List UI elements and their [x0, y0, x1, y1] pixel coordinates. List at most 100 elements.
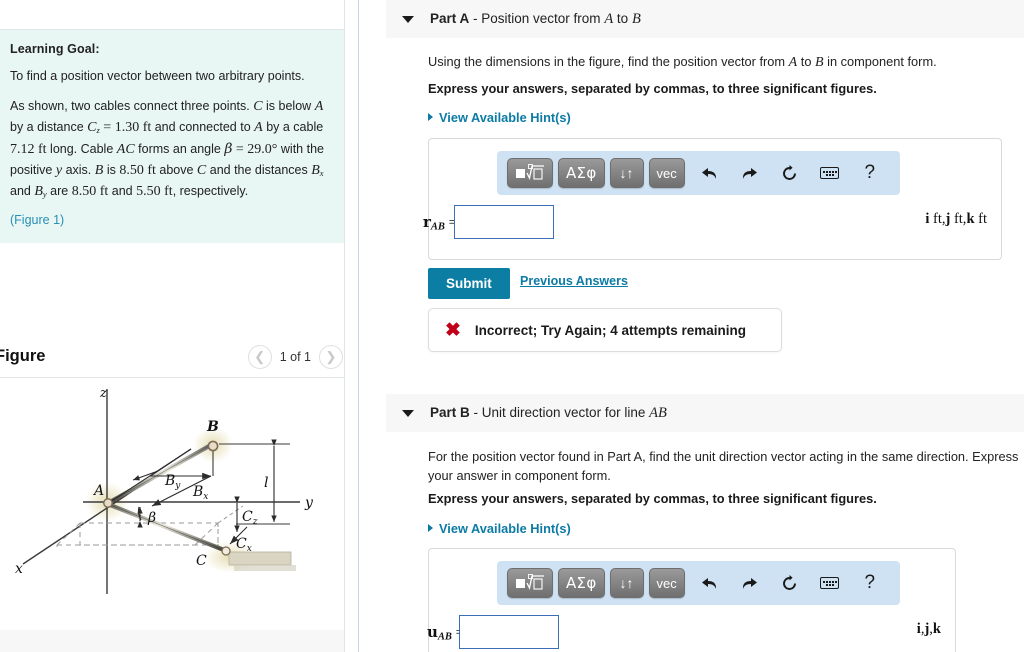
- figure-bottom-band: [0, 630, 345, 652]
- dimension-label-beta: β: [147, 510, 156, 526]
- vector-diagram-svg: z y x A B C By Bx Cz Cx l β: [15, 386, 314, 594]
- desc-p5: by a cable: [266, 120, 324, 135]
- keyboard-icon[interactable]: [815, 158, 845, 188]
- collapse-caret-icon-b[interactable]: [402, 409, 414, 417]
- symbol-bx-sub: x: [319, 167, 324, 178]
- unit-k-b: k: [932, 621, 941, 637]
- part-a-mid: to: [613, 10, 632, 26]
- unit-i-rest-a: ft,: [929, 211, 946, 227]
- desc-p13: and: [10, 184, 31, 199]
- part-a-answer-box: ΑΣφ ↓↑ vec ? rAB = i ft,j ft,k ft: [423, 138, 1002, 260]
- symbol-beta: β: [224, 140, 233, 157]
- part-b-math-toolbar: ΑΣφ ↓↑ vec ?: [497, 561, 900, 605]
- desc-p3: by a distance: [10, 120, 84, 135]
- feedback-banner: ✖ Incorrect; Try Again; 4 attempts remai…: [428, 308, 782, 352]
- left-panel: Learning Goal: To find a position vector…: [0, 0, 359, 652]
- redo-icon[interactable]: [735, 158, 765, 188]
- part-b-answer-box: ΑΣφ ↓↑ vec ? uAB =: [427, 548, 956, 652]
- desc-p4: and connected to: [154, 120, 251, 135]
- part-a-desc: Position vector from: [481, 10, 605, 26]
- point-label-b: B: [206, 419, 219, 435]
- part-b-line-ab: AB: [649, 404, 667, 421]
- part-a-pointa: A: [604, 10, 614, 27]
- x-mark-icon: ✖: [445, 319, 461, 341]
- dimension-label-bx: Bx: [192, 484, 208, 502]
- reset-icon[interactable]: [775, 158, 805, 188]
- desc-p15: and: [111, 184, 133, 199]
- help-icon[interactable]: ?: [855, 568, 885, 598]
- part-b-header[interactable]: Part B - Unit direction vector for line …: [386, 394, 1024, 432]
- redo-icon[interactable]: [735, 568, 765, 598]
- value-bx: 8.50 ft: [71, 184, 109, 200]
- greek-symbols-button[interactable]: ΑΣφ: [558, 158, 605, 188]
- symbol-c2: C: [196, 162, 207, 178]
- dimension-label-cz: Cz: [242, 509, 258, 527]
- value-b-height: 8.50 ft: [119, 162, 156, 178]
- learning-goal-description: As shown, two cables connect three point…: [10, 96, 329, 202]
- desc-p1: As shown, two cables connect three point…: [10, 99, 250, 114]
- sort-arrows-button[interactable]: ↓↑: [609, 568, 644, 598]
- part-a-hint-link[interactable]: View Available Hint(s): [428, 110, 571, 125]
- part-a-title: Part A - Position vector from A to B: [430, 11, 641, 28]
- point-label-a: A: [92, 483, 104, 499]
- chevron-right-icon[interactable]: ❯: [319, 345, 343, 369]
- help-icon[interactable]: ?: [855, 158, 885, 188]
- figure-reference-link[interactable]: (Figure 1): [10, 213, 329, 227]
- keyboard-icon[interactable]: [815, 568, 845, 598]
- desc-p12: and the distances: [209, 162, 308, 177]
- part-b-instruction: Express your answers, separated by comma…: [428, 491, 877, 506]
- desc-p16: , respectively.: [172, 184, 249, 199]
- part-b-subscript: AB: [437, 631, 452, 643]
- symbol-by-sub: y: [42, 189, 47, 200]
- sort-arrows-button[interactable]: ↓↑: [609, 158, 644, 188]
- prompt-a-mid: to: [797, 54, 815, 69]
- symbol-cz: C: [87, 120, 97, 136]
- desc-p10: is: [106, 162, 116, 177]
- desc-p2: is below: [266, 99, 312, 114]
- figure-divider: [0, 377, 345, 378]
- value-by: 5.50 ft: [136, 184, 173, 200]
- part-b-label: Part B: [430, 404, 470, 420]
- collapse-caret-icon-a[interactable]: [402, 15, 414, 23]
- part-b-answer-input[interactable]: [459, 615, 559, 649]
- figure-image-container[interactable]: z y x A B C By Bx Cz Cx l β: [0, 379, 345, 652]
- desc-p6: long. Cable: [50, 141, 114, 156]
- part-a-symbol: r: [423, 213, 431, 231]
- part-b-title: Part B - Unit direction vector for line …: [430, 405, 667, 422]
- desc-p7: forms an angle: [138, 141, 221, 156]
- part-b-prompt: For the position vector found in Part A,…: [428, 447, 1024, 485]
- undo-icon[interactable]: [695, 158, 725, 188]
- part-a-pointb: B: [631, 10, 641, 27]
- symbol-cz-sub: z: [96, 125, 100, 136]
- symbol-c: C: [253, 99, 263, 115]
- point-label-c: C: [196, 553, 207, 569]
- part-b-symbol: u: [427, 623, 438, 641]
- part-a-answer-input[interactable]: [454, 205, 554, 239]
- part-a-instruction: Express your answers, separated by comma…: [428, 81, 877, 96]
- desc-p9: axis.: [65, 162, 92, 177]
- template-radical-button[interactable]: [507, 568, 553, 598]
- template-radical-button[interactable]: [507, 158, 553, 188]
- desc-p11: above: [159, 162, 194, 177]
- greek-symbols-button[interactable]: ΑΣφ: [558, 568, 605, 598]
- vector-button[interactable]: vec: [648, 568, 685, 598]
- submit-button[interactable]: Submit: [428, 268, 510, 299]
- right-panel: Part A - Position vector from A to B Usi…: [360, 0, 1024, 652]
- vector-button[interactable]: vec: [648, 158, 685, 188]
- prompt-a-pre: Using the dimensions in the figure, find…: [428, 54, 789, 69]
- part-b-hint-link[interactable]: View Available Hint(s): [428, 521, 571, 536]
- part-b-hint-label: View Available Hint(s): [439, 521, 571, 536]
- dimension-label-cx: Cx: [236, 536, 252, 554]
- prompt-a-it1: A: [788, 55, 798, 70]
- symbol-ac: AC: [116, 141, 135, 157]
- previous-answers-link[interactable]: Previous Answers: [520, 274, 628, 288]
- chevron-left-icon[interactable]: ❮: [247, 345, 272, 369]
- undo-icon[interactable]: [695, 568, 725, 598]
- part-a-answer-label: rAB =: [423, 213, 457, 233]
- part-a-header[interactable]: Part A - Position vector from A to B: [386, 0, 1024, 38]
- reset-icon[interactable]: [775, 568, 805, 598]
- value-cable-length: 7.12 ft: [10, 141, 47, 157]
- part-a-label: Part A: [430, 10, 470, 26]
- desc-p14: are: [50, 184, 69, 199]
- hint-caret-icon-b: [428, 524, 433, 532]
